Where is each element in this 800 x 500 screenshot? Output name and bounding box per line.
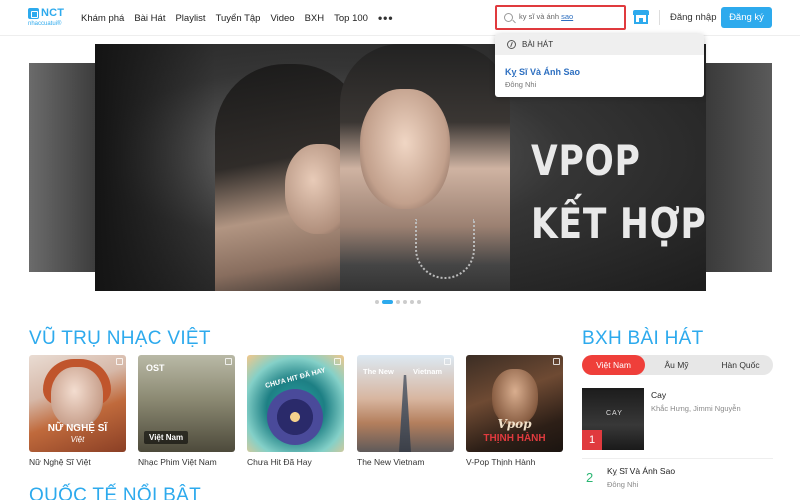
music-note-icon [507,40,516,49]
vinyl-record-icon [267,389,323,445]
login-link[interactable]: Đăng nhập [670,12,716,23]
carousel-dot[interactable] [375,300,379,304]
playlist-title[interactable]: The New Vietnam [357,457,454,467]
chart-rank: 2 [586,470,594,485]
header-divider [659,10,660,25]
suggestion-section-label: BÀI HÁT [522,40,554,49]
search-value-underlined: sao [561,12,574,21]
section-title-international[interactable]: QUỐC TẾ NỔI BẬT [29,485,201,500]
suggestion-song-title[interactable]: Kỵ Sĩ Và Ánh Sao [505,67,580,77]
chart-song-title[interactable]: Kỵ Sĩ Và Ánh Sao [607,466,675,476]
logo-mark-icon [28,8,39,19]
cover-text: NỮ NGHỆ SĨ [47,423,108,434]
nav-tuyen-tap[interactable]: Tuyển Tập [216,13,261,24]
landmark-tower [399,375,411,452]
playlist-badge-icon [116,358,123,365]
cover-text-right: Vietnam [413,367,443,376]
banner-prev-slide[interactable] [29,63,95,272]
banner-next-slide[interactable] [706,63,772,272]
suggestion-artist[interactable]: Đông Nhi [505,80,536,89]
logo-brand: NCT [41,7,65,19]
tab-viet-nam[interactable]: Việt Nam [582,355,645,375]
playlist-badge-icon [444,358,451,365]
search-box[interactable]: ky sĩ và ánh sao [495,5,626,30]
nav-bxh[interactable]: BXH [305,13,325,24]
chart-song-artist[interactable]: Đông Nhi [607,480,638,489]
section-title-chart[interactable]: BXH BÀI HÁT [582,328,704,350]
search-suggestions: BÀI HÁT Kỵ Sĩ Và Ánh Sao Đông Nhi [495,34,704,97]
chart-song-artist[interactable]: Khắc Hưng, Jimmi Nguyễn [651,404,741,413]
cover-text: THỊNH HÀNH [483,433,546,444]
playlist-badge-icon [225,358,232,365]
chart-row-divider [582,458,773,459]
cover-tag: OST [146,363,165,373]
cover-text: CAY [606,410,623,417]
carousel-dot-active[interactable] [382,300,393,304]
carousel-dot[interactable] [403,300,407,304]
playlist-card[interactable]: NỮ NGHỆ SĨ Việt Nữ Nghệ Sĩ Việt [29,355,126,467]
banner-title-line1: VPOP [531,136,641,185]
tab-han-quoc[interactable]: Hàn Quốc [708,355,773,375]
store-icon[interactable] [633,10,649,24]
chart-song-title[interactable]: Cay [651,390,666,400]
banner-title-line2: KẾT HỢP [531,199,706,248]
playlist-cover[interactable]: Vpop THỊNH HÀNH [466,355,563,452]
playlist-card[interactable]: The New Vietnam The New Vietnam [357,355,454,467]
nav-video[interactable]: Video [270,13,294,24]
cover-script: Vpop [497,417,532,431]
banner-face-male [360,89,450,209]
section-title-vietnam[interactable]: VŨ TRỤ NHẠC VIỆT [29,328,211,350]
playlist-card[interactable]: Vpop THỊNH HÀNH V-Pop Thịnh Hành [466,355,563,467]
playlist-badge-icon [553,358,560,365]
banner-shadow [95,44,215,291]
playlist-cover[interactable]: OST Việt Nam [138,355,235,452]
chart-item-cover[interactable]: CAY 1 [582,388,644,450]
cover-subtext: Việt [70,435,85,444]
nav-kham-pha[interactable]: Khám phá [81,13,124,24]
nct-logo[interactable]: NCT nhaccuatui® [28,6,74,30]
playlist-cover[interactable]: The New Vietnam [357,355,454,452]
playlist-title[interactable]: Nhạc Phim Việt Nam [138,457,235,467]
more-menu-icon[interactable]: ••• [378,11,394,25]
chart-rank: 1 [582,430,602,450]
logo-subtitle: nhaccuatui® [28,21,62,27]
register-button[interactable]: Đăng ký [721,7,772,28]
suggestion-section-header: BÀI HÁT [495,34,704,55]
banner-chain [415,219,475,279]
carousel-dots [375,300,421,304]
cover-text: Việt Nam [144,431,189,444]
carousel-dot[interactable] [410,300,414,304]
search-input[interactable]: ky sĩ và ánh sao [519,12,619,24]
playlist-cover[interactable]: CHƯA HIT ĐÃ HAY [247,355,344,452]
playlist-cover[interactable]: NỮ NGHỆ SĨ Việt [29,355,126,452]
search-icon[interactable] [504,13,513,22]
playlist-card[interactable]: CHƯA HIT ĐÃ HAY Chưa Hit Đã Hay [247,355,344,467]
top-header: NCT nhaccuatui® Khám phá Bài Hát Playlis… [0,0,800,36]
playlist-title[interactable]: Chưa Hit Đã Hay [247,457,344,467]
chart-region-tabs: Việt Nam Âu Mỹ Hàn Quốc [582,355,773,375]
carousel-dot[interactable] [396,300,400,304]
main-nav: Khám phá Bài Hát Playlist Tuyển Tập Vide… [81,0,394,36]
playlist-title[interactable]: Nữ Nghệ Sĩ Việt [29,457,126,467]
playlist-card[interactable]: OST Việt Nam Nhạc Phim Việt Nam [138,355,235,467]
carousel-dot[interactable] [417,300,421,304]
playlist-title[interactable]: V-Pop Thịnh Hành [466,457,563,467]
nav-top-100[interactable]: Top 100 [334,13,368,24]
search-value: ky sĩ và ánh [519,12,562,21]
cover-text-left: The New [363,367,394,376]
nav-playlist[interactable]: Playlist [175,13,205,24]
nav-bai-hat[interactable]: Bài Hát [134,13,165,24]
tab-au-my[interactable]: Âu Mỹ [645,355,708,375]
